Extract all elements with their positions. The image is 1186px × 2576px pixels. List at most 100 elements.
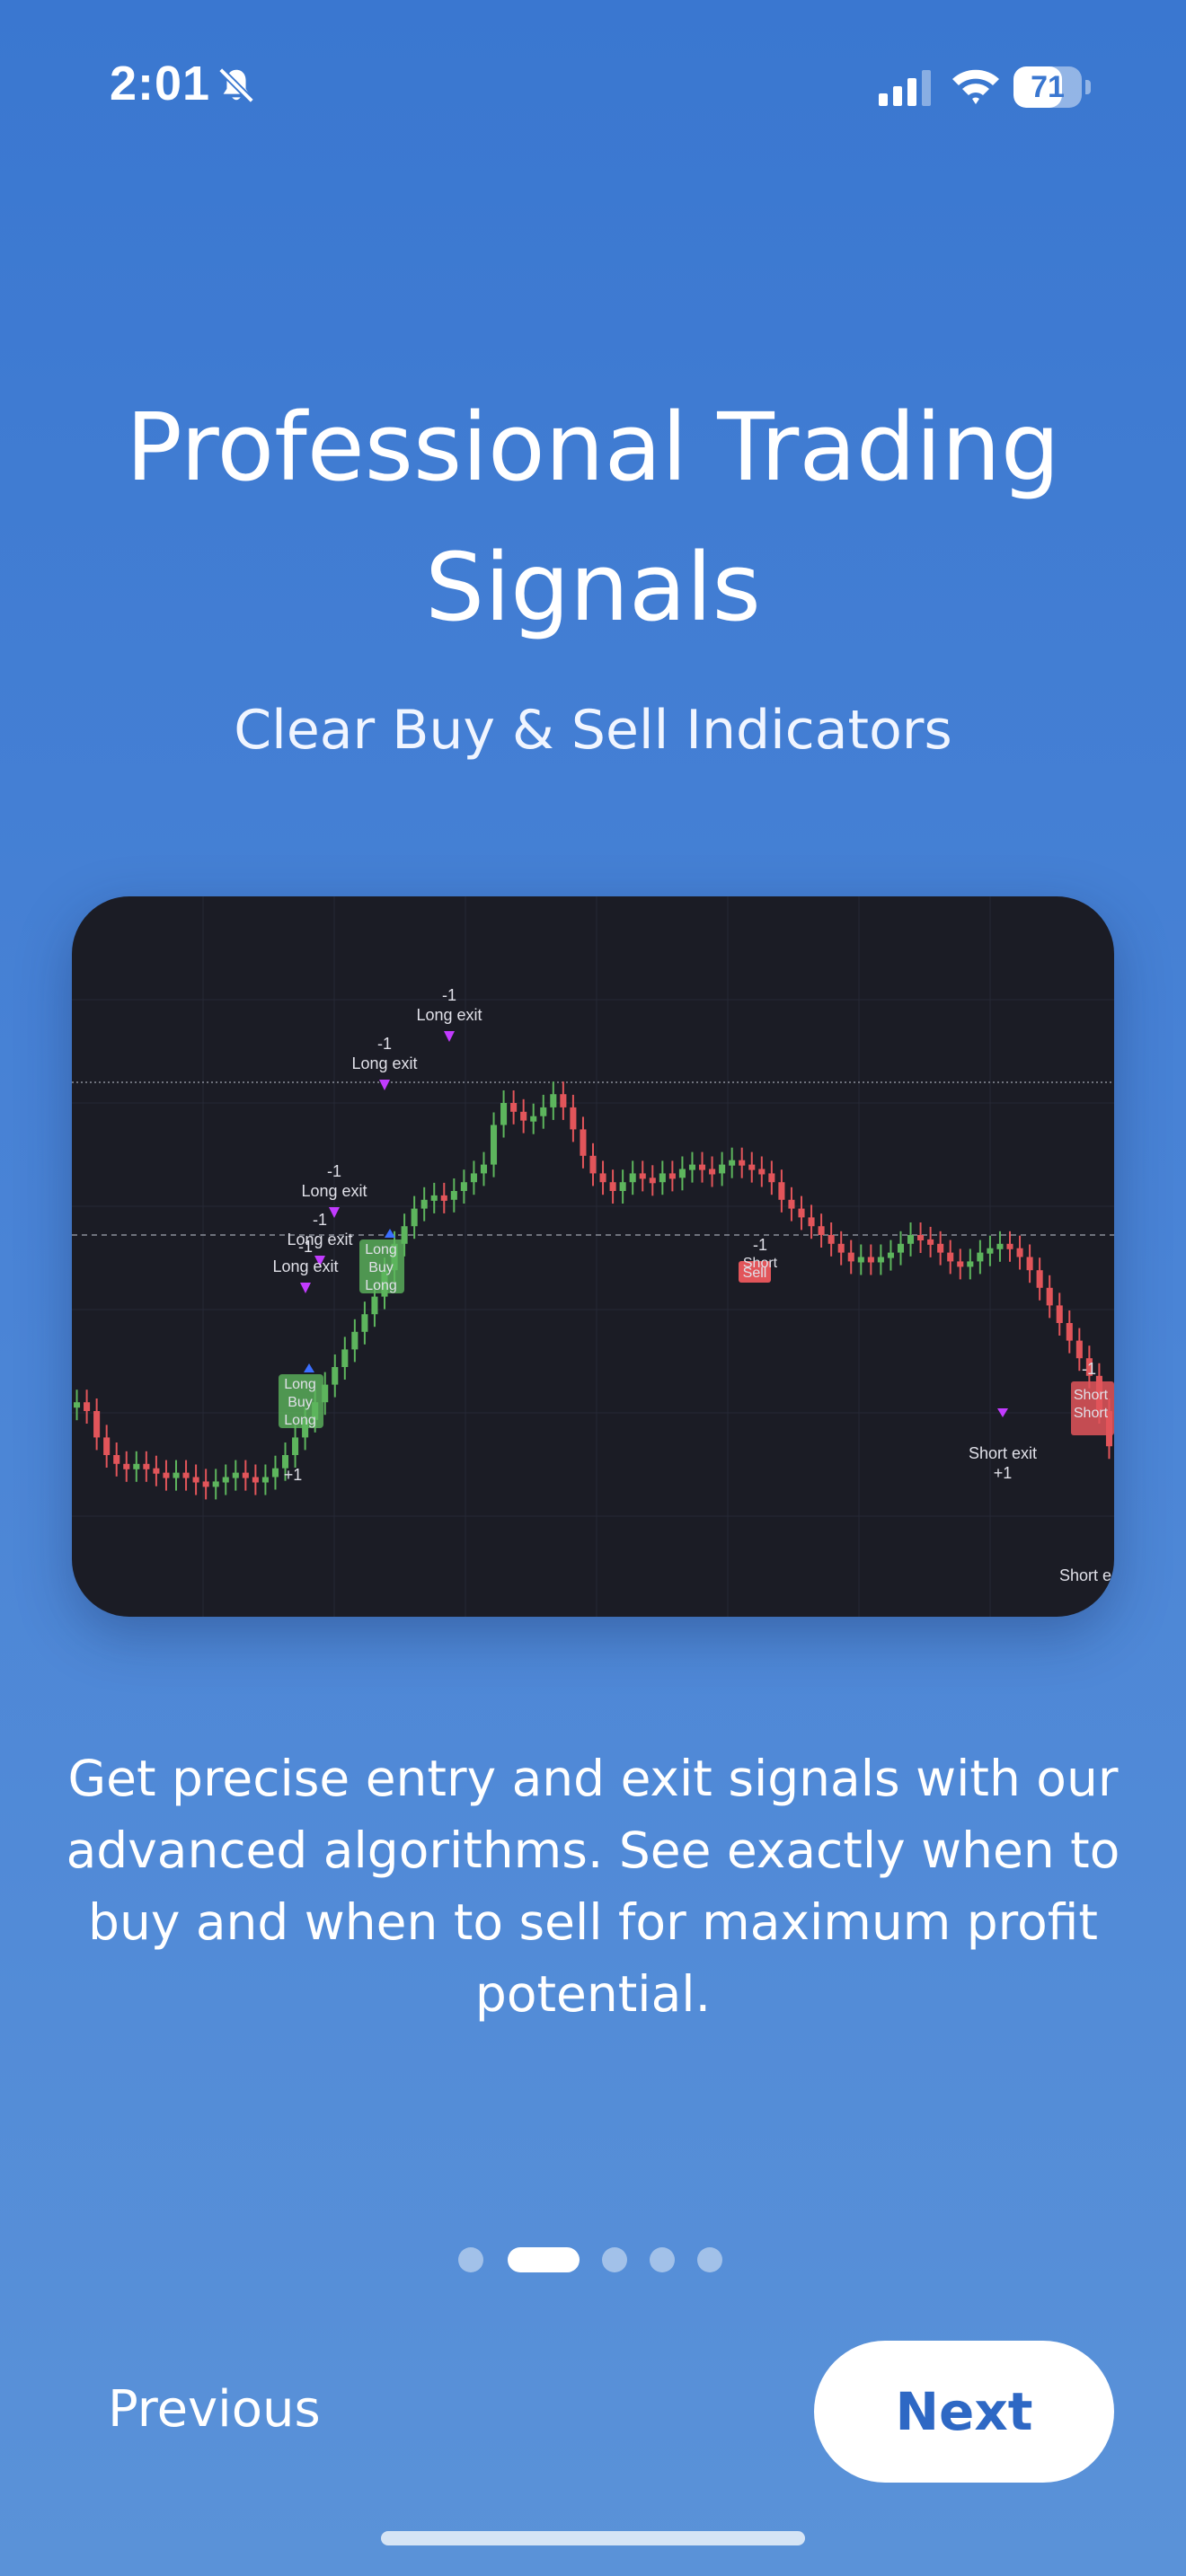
candle [688,1164,696,1170]
candle [1066,1323,1073,1341]
signal-value: -1 [1082,1360,1096,1378]
candle [84,1402,91,1411]
candle [480,1164,488,1174]
candle [907,1235,915,1244]
page-description: Get precise entry and exit signals with … [66,1750,1120,2023]
candle [271,1468,279,1478]
candle [540,1107,547,1116]
candle [847,1252,854,1262]
candle [242,1472,249,1478]
battery-icon: 71 [1013,66,1091,108]
candle [182,1472,190,1478]
candle [996,1243,1004,1249]
battery-percentage: 71 [1031,70,1065,104]
candle [729,1160,736,1166]
long-exit-label: Long exit [272,1257,338,1275]
previous-button[interactable]: Previous [108,2380,321,2439]
candle [351,1331,358,1350]
page-subtitle: Clear Buy & Sell Indicators [234,699,952,762]
candle [698,1164,706,1170]
candle [619,1182,626,1191]
candle [1036,1270,1043,1288]
candle [222,1477,229,1483]
home-indicator [381,2531,805,2545]
candle [917,1235,925,1240]
candle [192,1477,199,1483]
page-dot-2[interactable] [508,2247,580,2272]
silent-mode-icon [218,67,254,103]
candle [828,1235,835,1244]
candle [212,1481,219,1487]
candle [739,1160,746,1166]
candle [470,1173,477,1183]
candle [420,1199,428,1209]
candle [520,1111,527,1121]
candle [133,1463,140,1469]
exit-arrow-icon [300,1283,311,1293]
candle [937,1243,944,1253]
candle [202,1481,209,1487]
candle [113,1455,120,1464]
page-dot-3[interactable] [602,2247,627,2272]
candle [609,1182,616,1191]
candle [877,1257,884,1263]
page-indicator [458,2245,728,2274]
status-time: 2:01 [110,57,211,110]
exit-arrow-icon [444,1031,455,1042]
signal-value: -1 [313,1211,327,1229]
short-exit-label: Short exit [969,1444,1037,1462]
candle [659,1173,666,1183]
candle [580,1129,587,1156]
exit-arrow-icon [329,1207,340,1218]
candle [719,1164,726,1174]
candle [808,1217,815,1227]
long-label: Long [284,1413,316,1428]
candle [550,1094,557,1107]
candle [947,1252,954,1262]
candle [897,1243,905,1253]
page-dot-1[interactable] [458,2247,483,2272]
candle [758,1169,766,1175]
trading-chart-image: -1 Long exit -1 Long exit -1 Long exit -1 Long … [72,896,1114,1617]
candle [927,1239,934,1245]
candle [341,1349,349,1367]
long-label: Long [365,1278,397,1293]
candle [500,1103,508,1125]
signal-value: -1 [753,1236,767,1254]
short-exit-label: Short e [1059,1566,1111,1584]
signal-value: -1 [377,1035,392,1053]
candle [292,1437,299,1455]
candle [629,1173,636,1183]
candle [987,1248,994,1254]
candle [143,1463,150,1469]
candle [560,1094,567,1107]
page-dot-4[interactable] [650,2247,675,2272]
signal-value: -1 [298,1238,313,1256]
candle [867,1257,874,1263]
signal-value: -1 [442,986,456,1004]
candle [639,1173,646,1179]
long-label: Long [284,1377,316,1392]
candles [73,1081,1113,1500]
candle [748,1164,756,1170]
wifi-icon [952,69,999,104]
candle [361,1314,368,1332]
candle [252,1477,259,1483]
candle [857,1257,864,1263]
candle [1056,1305,1063,1323]
candle [967,1261,974,1267]
entry-arrow-icon [304,1363,314,1372]
candle [649,1178,656,1184]
candle [450,1191,457,1200]
buy-label: Buy [288,1395,313,1410]
long-exit-label: Long exit [351,1054,417,1072]
candle [818,1226,825,1235]
page-dot-5[interactable] [697,2247,722,2272]
next-button[interactable]: Next [814,2341,1114,2483]
candle [261,1477,269,1483]
short-label: Short [1074,1388,1109,1403]
candle [887,1252,894,1258]
candle [232,1472,239,1478]
candle [510,1103,518,1112]
candle [371,1296,378,1315]
